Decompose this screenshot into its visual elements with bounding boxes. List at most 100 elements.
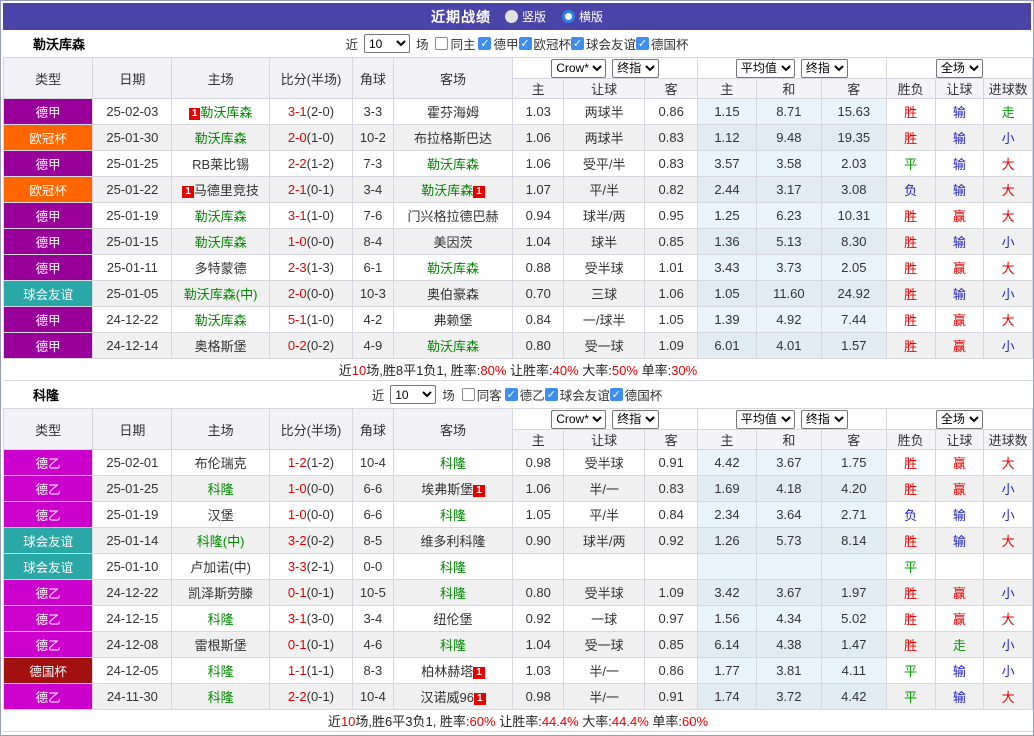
checkbox-checked-icon[interactable]: ✓ — [610, 388, 623, 401]
corners: 3-3 — [353, 99, 394, 125]
halftime-score: (0-2) — [307, 533, 334, 548]
avg-select-group: 平均值终指 — [698, 409, 887, 430]
sub-col-header: 主 — [698, 430, 757, 450]
odds-company-select[interactable]: Crow* — [551, 59, 606, 78]
checkbox-checked-icon[interactable]: ✓ — [505, 388, 518, 401]
halftime-score: (0-0) — [307, 481, 334, 496]
league-badge: 德乙 — [4, 580, 93, 606]
checkbox-unchecked-icon[interactable] — [462, 388, 475, 401]
checkbox-checked-icon[interactable]: ✓ — [571, 37, 584, 50]
match-count-select[interactable]: 10 — [390, 385, 436, 404]
result-outcome: 胜 — [886, 450, 935, 476]
view-option-label: 横版 — [579, 8, 603, 25]
view-option[interactable]: 横版 — [562, 8, 603, 25]
match-date: 25-01-19 — [93, 502, 172, 528]
result-handicap — [935, 554, 984, 580]
fulltime-score: 0-1 — [288, 637, 307, 652]
result-goals: 大 — [984, 203, 1033, 229]
avg-away — [821, 554, 886, 580]
radio-unselected-icon[interactable] — [562, 10, 575, 23]
avg-draw: 4.01 — [756, 333, 821, 359]
avg-draw: 3.81 — [756, 658, 821, 684]
avg-type-select[interactable]: 平均值 — [736, 59, 795, 78]
league-filter-label: 德国杯 — [651, 34, 689, 53]
summary-text: 近10场,胜8平1负1, 胜率:80% 让胜率:40% 大率:50% 单率:30… — [4, 359, 1033, 381]
avg-away: 4.42 — [821, 684, 886, 710]
checkbox-checked-icon[interactable]: ✓ — [545, 388, 558, 401]
avg-home — [698, 554, 757, 580]
fulltime-score: 5-1 — [288, 312, 307, 327]
avg-type-select[interactable]: 平均值 — [736, 410, 795, 429]
odds-away: 1.06 — [645, 281, 698, 307]
match-row: 德甲 25-01-15 勒沃库森 1-0(0-0) 8-4 美因茨 1.04 球… — [4, 229, 1033, 255]
home-team: 勒沃库森 — [172, 125, 269, 151]
score-cell: 1-1(1-1) — [269, 658, 352, 684]
team-section: 勒沃库森 近 10 场 同主 ✓德甲✓欧冠杯✓球会友谊✓德国杯 — [3, 30, 1031, 381]
avg-draw: 9.48 — [756, 125, 821, 151]
fulltime-score: 3-1 — [288, 104, 307, 119]
fulltime-score: 2-2 — [288, 156, 307, 171]
avg-home: 2.44 — [698, 177, 757, 203]
same-venue-filter[interactable]: 同客 — [462, 385, 502, 404]
odds-home: 0.88 — [513, 255, 564, 281]
league-filter[interactable]: ✓欧冠杯 — [519, 34, 572, 53]
result-handicap: 走 — [935, 632, 984, 658]
result-outcome: 胜 — [886, 125, 935, 151]
checkbox-checked-icon[interactable]: ✓ — [636, 37, 649, 50]
score-cell: 5-1(1-0) — [269, 307, 352, 333]
avg-time-select[interactable]: 终指 — [801, 410, 848, 429]
radio-selected-icon[interactable] — [505, 10, 518, 23]
match-count-select[interactable]: 10 — [364, 34, 410, 53]
checkbox-checked-icon[interactable]: ✓ — [478, 37, 491, 50]
odds-time-select[interactable]: 终指 — [612, 59, 659, 78]
odds-time-select[interactable]: 终指 — [612, 410, 659, 429]
col-header: 角球 — [353, 58, 394, 99]
league-filter[interactable]: ✓德国杯 — [636, 34, 689, 53]
league-filter[interactable]: ✓德国杯 — [610, 385, 663, 404]
avg-time-select[interactable]: 终指 — [801, 59, 848, 78]
home-team: RB莱比锡 — [172, 151, 269, 177]
scope-select[interactable]: 全场 — [936, 410, 983, 429]
home-team: 雷根斯堡 — [172, 632, 269, 658]
away-team: 埃弗斯堡1 — [393, 476, 513, 502]
match-date: 24-11-30 — [93, 684, 172, 710]
fulltime-score: 1-2 — [288, 455, 307, 470]
league-filter[interactable]: ✓德甲 — [478, 34, 518, 53]
home-team: 勒沃库森 — [172, 203, 269, 229]
result-goals: 走 — [984, 99, 1033, 125]
away-team: 维多利科隆 — [393, 528, 513, 554]
avg-draw: 3.67 — [756, 450, 821, 476]
odds-company-select[interactable]: Crow* — [551, 410, 606, 429]
sub-col-header: 进球数 — [984, 430, 1033, 450]
home-team: 凯泽斯劳滕 — [172, 580, 269, 606]
fulltime-score: 0-1 — [288, 585, 307, 600]
match-date: 25-01-25 — [93, 476, 172, 502]
result-outcome: 负 — [886, 502, 935, 528]
odds-away: 0.95 — [645, 203, 698, 229]
sub-col-header: 客 — [821, 430, 886, 450]
match-date: 25-01-19 — [93, 203, 172, 229]
odds-select-group: Crow* 终指 — [513, 409, 698, 430]
scope-select[interactable]: 全场 — [936, 59, 983, 78]
match-row: 德甲 25-01-25 RB莱比锡 2-2(1-2) 7-3 勒沃库森 1.06… — [4, 151, 1033, 177]
league-filter[interactable]: ✓德乙 — [505, 385, 545, 404]
match-date: 24-12-15 — [93, 606, 172, 632]
odds-line: 平/半 — [564, 502, 645, 528]
score-cell: 2-2(1-2) — [269, 151, 352, 177]
odds-away: 0.86 — [645, 658, 698, 684]
sub-col-header: 让球 — [564, 79, 645, 99]
match-date: 24-12-22 — [93, 580, 172, 606]
league-filter[interactable]: ✓球会友谊 — [571, 34, 636, 53]
view-option[interactable]: 竖版 — [505, 8, 546, 25]
checkbox-unchecked-icon[interactable] — [435, 37, 448, 50]
checkbox-checked-icon[interactable]: ✓ — [519, 37, 532, 50]
league-filter[interactable]: ✓球会友谊 — [545, 385, 610, 404]
same-venue-filter[interactable]: 同主 — [435, 34, 475, 53]
match-date: 25-01-10 — [93, 554, 172, 580]
match-date: 25-01-30 — [93, 125, 172, 151]
league-badge: 德国杯 — [4, 658, 93, 684]
result-handicap: 赢 — [935, 580, 984, 606]
league-badge: 德甲 — [4, 151, 93, 177]
sub-col-header: 主 — [513, 79, 564, 99]
sub-col-header: 让球 — [935, 430, 984, 450]
